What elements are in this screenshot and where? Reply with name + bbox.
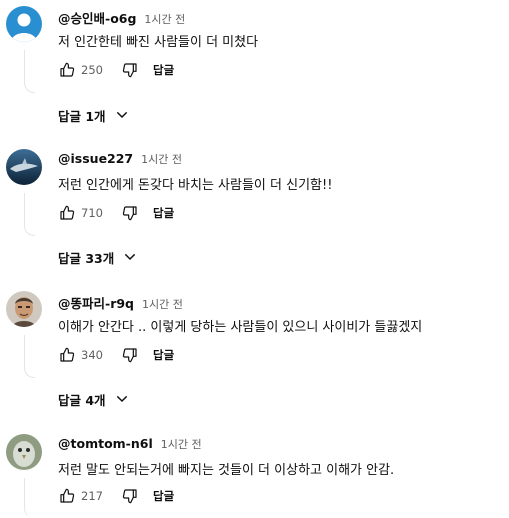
thumbs-up-icon — [60, 488, 75, 503]
portrait-avatar-icon — [6, 291, 42, 327]
like-count: 710 — [81, 206, 103, 220]
replies-label: 답글 1개 — [58, 108, 106, 124]
thumbs-up-icon — [60, 347, 75, 362]
view-replies-button[interactable]: 답글 1개 — [58, 103, 130, 127]
comment-time[interactable]: 1시간 전 — [142, 298, 183, 311]
author-line: @tomtom-n6l 1시간 전 — [58, 436, 202, 452]
author-name[interactable]: @tomtom-n6l — [58, 436, 153, 451]
like-count: 250 — [81, 63, 103, 77]
dislike-button[interactable] — [121, 487, 139, 505]
default-avatar-icon — [6, 6, 42, 42]
thumbs-up-icon — [60, 62, 75, 77]
author-name[interactable]: @issue227 — [58, 151, 133, 166]
comment-time[interactable]: 1시간 전 — [141, 153, 182, 166]
chevron-down-icon — [114, 107, 130, 123]
like-count: 217 — [81, 489, 103, 503]
thumbs-down-icon — [122, 489, 137, 504]
reply-button[interactable]: 답글 — [153, 62, 174, 78]
like-button[interactable] — [58, 204, 76, 222]
thread-line — [24, 478, 35, 518]
comment-item: @tomtom-n6l 1시간 전 저런 말도 안되는거에 빠지는 것들이 더 … — [0, 428, 509, 518]
reply-button[interactable]: 답글 — [153, 205, 174, 221]
avatar[interactable] — [6, 291, 42, 327]
author-name[interactable]: @승인배-o6g — [58, 11, 136, 26]
dislike-button[interactable] — [121, 61, 139, 79]
avatar[interactable] — [6, 6, 42, 42]
comment-text: 저 인간한테 빠진 사람들이 더 미쳤다 — [58, 35, 259, 50]
thread-line — [24, 50, 35, 93]
avatar[interactable] — [6, 434, 42, 470]
chevron-down-icon — [114, 391, 130, 407]
comment-actions: 710 답글 — [58, 201, 174, 225]
thumbs-down-icon — [122, 206, 137, 221]
author-name[interactable]: @똥파리-r9q — [58, 296, 134, 311]
thread-line — [24, 193, 35, 236]
like-button[interactable] — [58, 487, 76, 505]
reply-button[interactable]: 답글 — [153, 347, 174, 363]
comment-item: @승인배-o6g 1시간 전 저 인간한테 빠진 사람들이 더 미쳤다 250 … — [0, 0, 509, 142]
comment-item: @똥파리-r9q 1시간 전 이해가 안간다 .. 이렇게 당하는 사람들이 있… — [0, 285, 509, 427]
view-replies-button[interactable]: 답글 33개 — [58, 245, 138, 269]
thumbs-down-icon — [122, 63, 137, 78]
view-replies-button[interactable]: 답글 4개 — [58, 387, 130, 411]
replies-label: 답글 4개 — [58, 392, 106, 408]
reply-button[interactable]: 답글 — [153, 488, 174, 504]
author-line: @issue227 1시간 전 — [58, 151, 182, 167]
bird-avatar-icon — [6, 434, 42, 470]
comment-time[interactable]: 1시간 전 — [144, 13, 185, 26]
author-line: @승인배-o6g 1시간 전 — [58, 8, 185, 27]
like-button[interactable] — [58, 61, 76, 79]
dislike-button[interactable] — [121, 204, 139, 222]
like-count: 340 — [81, 348, 103, 362]
comment-actions: 217 답글 — [58, 484, 174, 508]
thread-line — [24, 335, 35, 378]
comment-text: 저런 인간에게 돈갖다 바치는 사람들이 더 신기함!! — [58, 178, 333, 193]
thumbs-up-icon — [60, 205, 75, 220]
avatar[interactable] — [6, 149, 42, 185]
comment-actions: 250 답글 — [58, 58, 174, 82]
chevron-down-icon — [122, 249, 138, 265]
comment-text: 이해가 안간다 .. 이렇게 당하는 사람들이 있으니 사이비가 들끓겠지 — [58, 320, 423, 335]
like-button[interactable] — [58, 346, 76, 364]
thumbs-down-icon — [122, 348, 137, 363]
replies-label: 답글 33개 — [58, 250, 115, 266]
comment-item: @issue227 1시간 전 저런 인간에게 돈갖다 바치는 사람들이 더 신… — [0, 143, 509, 285]
shark-avatar-icon — [6, 149, 42, 185]
comment-time[interactable]: 1시간 전 — [161, 438, 202, 451]
dislike-button[interactable] — [121, 346, 139, 364]
comment-text: 저런 말도 안되는거에 빠지는 것들이 더 이상하고 이해가 안감. — [58, 463, 395, 478]
author-line: @똥파리-r9q 1시간 전 — [58, 293, 183, 312]
comment-actions: 340 답글 — [58, 343, 174, 367]
